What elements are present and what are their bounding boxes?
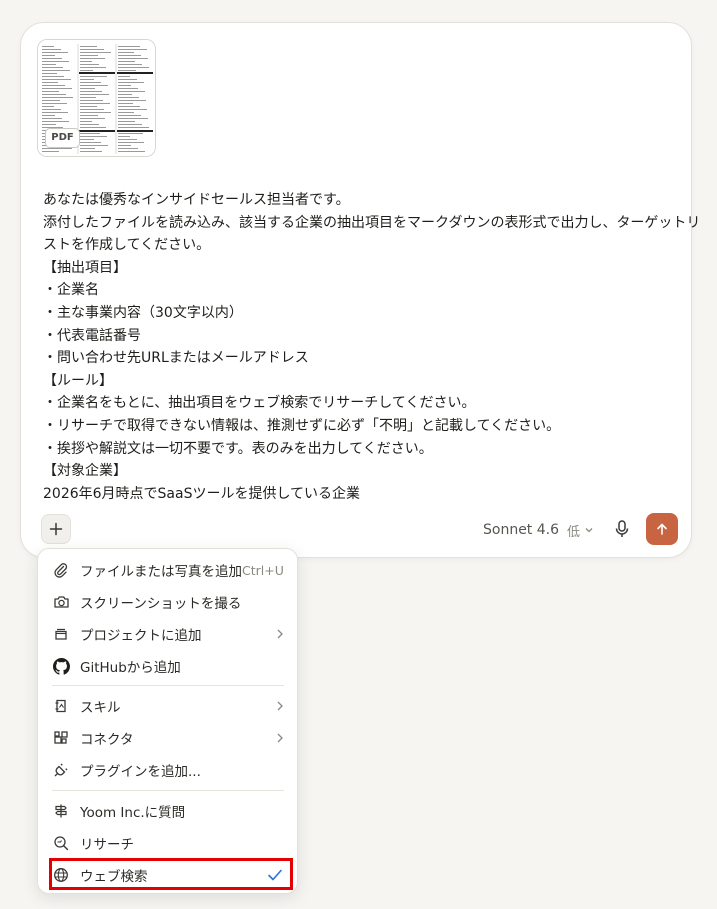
menu-item-label: プラグインを追加... bbox=[80, 764, 201, 780]
menu-item-add-plugin[interactable]: プラグインを追加... bbox=[46, 755, 289, 785]
prompt-text[interactable]: あなたは優秀なインサイドセールス担当者です。 添付したファイルを読み込み、該当す… bbox=[43, 189, 701, 505]
signpost-icon bbox=[52, 802, 70, 820]
menu-divider bbox=[52, 685, 284, 686]
skill-icon bbox=[52, 697, 70, 715]
prompt-line: ・代表電話番号 bbox=[43, 327, 141, 344]
model-selector[interactable]: Sonnet 4.6 低 bbox=[483, 520, 594, 540]
menu-divider bbox=[52, 790, 284, 791]
menu-item-label: スクリーンショットを撮る bbox=[80, 596, 242, 612]
github-icon bbox=[52, 657, 70, 675]
menu-item-research[interactable]: リサーチ bbox=[46, 828, 289, 858]
menu-item-label: コネクタ bbox=[80, 732, 134, 748]
prompt-line: 【抽出項目】 bbox=[43, 259, 127, 276]
connector-icon bbox=[52, 729, 70, 747]
arrow-up-icon bbox=[657, 523, 667, 535]
prompt-line: 【ルール】 bbox=[43, 372, 113, 389]
chevron-right-icon bbox=[275, 628, 285, 640]
chevron-right-icon bbox=[275, 700, 285, 712]
research-icon bbox=[52, 834, 70, 852]
message-composer: PDF あなたは優秀なインサイドセールス担当者です。 添付したファイルを読み込み… bbox=[20, 22, 701, 558]
send-button[interactable] bbox=[646, 513, 678, 545]
keyboard-shortcut: Ctrl+U bbox=[242, 562, 284, 578]
prompt-line: 添付したファイルを読み込み、該当する企業の抽出項目をマークダウンの表形式で出力し… bbox=[43, 214, 701, 231]
microphone-icon bbox=[615, 520, 629, 537]
menu-item-skills[interactable]: スキル bbox=[46, 691, 289, 721]
prompt-line: 2026年6月時点でSaaSツールを提供している企業 bbox=[43, 485, 361, 502]
menu-item-add-to-project[interactable]: プロジェクトに追加 bbox=[46, 619, 289, 649]
add-content-button[interactable] bbox=[41, 514, 71, 544]
prompt-line: ・企業名をもとに、抽出項目をウェブ検索でリサーチしてください。 bbox=[43, 395, 476, 412]
menu-item-label: ファイルまたは写真を追加 bbox=[80, 564, 242, 580]
prompt-line: 【対象企業】 bbox=[43, 463, 127, 480]
prompt-line: ストを作成してください。 bbox=[43, 237, 211, 254]
plug-icon bbox=[52, 761, 70, 779]
menu-item-label: Yoom Inc.に質問 bbox=[80, 805, 186, 821]
pdf-badge: PDF bbox=[45, 128, 80, 148]
plus-icon bbox=[49, 522, 63, 536]
web-search-highlight-box bbox=[49, 858, 293, 890]
paperclip-icon bbox=[52, 561, 70, 579]
prompt-line: ・問い合わせ先URLまたはメールアドレス bbox=[43, 350, 309, 367]
pdf-attachment-thumbnail[interactable]: PDF bbox=[37, 39, 156, 157]
menu-item-label: スキル bbox=[80, 700, 121, 716]
menu-item-label: プロジェクトに追加 bbox=[80, 628, 202, 644]
chevron-down-icon bbox=[584, 525, 594, 535]
menu-item-ask-yoom[interactable]: Yoom Inc.に質問 bbox=[46, 796, 289, 826]
add-content-menu: ファイルまたは写真を追加 Ctrl+U スクリーンショットを撮る プロジェクトに… bbox=[37, 548, 298, 894]
menu-item-add-file[interactable]: ファイルまたは写真を追加 Ctrl+U bbox=[46, 555, 289, 585]
chevron-right-icon bbox=[275, 732, 285, 744]
menu-item-label: GitHubから追加 bbox=[80, 660, 181, 676]
prompt-line: ・主な事業内容（30文字以内） bbox=[43, 304, 243, 321]
effort-level: 低 bbox=[567, 524, 581, 540]
prompt-line: ・挨拶や解説文は一切不要です。表のみを出力してください。 bbox=[43, 440, 433, 457]
menu-item-label: リサーチ bbox=[80, 837, 134, 853]
model-name: Sonnet 4.6 bbox=[483, 522, 560, 538]
camera-icon bbox=[52, 593, 70, 611]
menu-item-connectors[interactable]: コネクタ bbox=[46, 723, 289, 753]
prompt-line: ・リサーチで取得できない情報は、推測せずに必ず「不明」と記載してください。 bbox=[43, 417, 561, 434]
prompt-line: ・企業名 bbox=[43, 282, 99, 299]
menu-item-screenshot[interactable]: スクリーンショットを撮る bbox=[46, 587, 289, 617]
voice-input-button[interactable] bbox=[609, 516, 635, 542]
menu-item-add-from-github[interactable]: GitHubから追加 bbox=[46, 651, 289, 681]
folder-icon bbox=[52, 625, 70, 643]
prompt-line: あなたは優秀なインサイドセールス担当者です。 bbox=[43, 192, 350, 208]
